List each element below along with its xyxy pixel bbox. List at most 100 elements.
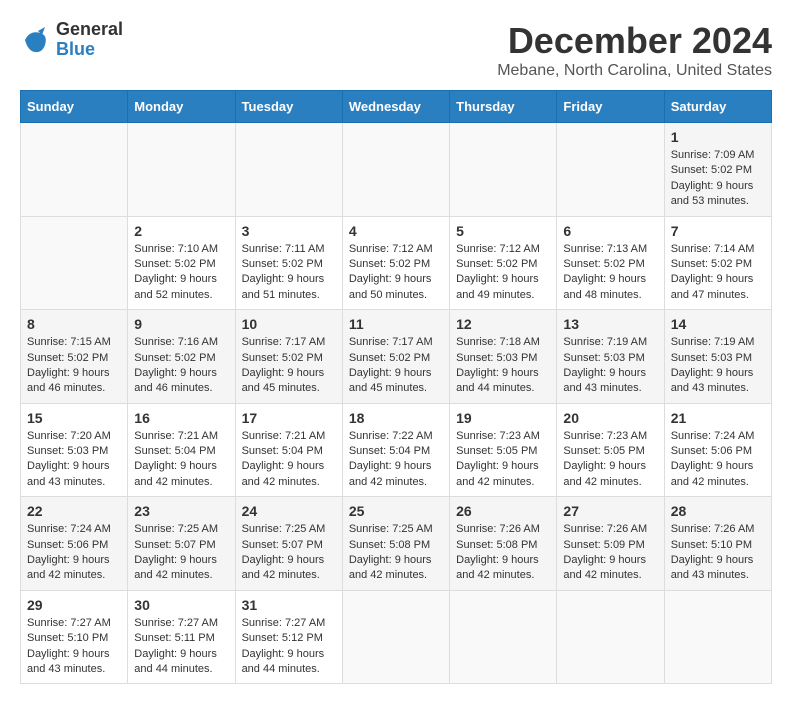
day-number: 29: [27, 597, 121, 613]
cell-content: Sunrise: 7:25 AMSunset: 5:07 PMDaylight:…: [242, 522, 336, 584]
day-number: 19: [456, 410, 550, 426]
calendar-cell-30: 30Sunrise: 7:27 AMSunset: 5:11 PMDayligh…: [128, 590, 235, 684]
day-header-thursday: Thursday: [450, 91, 557, 123]
cell-content: Sunrise: 7:25 AMSunset: 5:08 PMDaylight:…: [349, 522, 443, 584]
empty-cell: [342, 123, 449, 217]
calendar-cell-18: 18 Sunrise: 7:22 AMSunset: 5:04 PMDayligh…: [342, 403, 449, 497]
day-number: 2: [134, 223, 228, 239]
calendar-cell-8: 8 Sunrise: 7:15 AMSunset: 5:02 PMDaylight…: [21, 310, 128, 404]
day-number: 8: [27, 316, 121, 332]
cell-content: Sunrise: 7:26 AMSunset: 5:09 PMDaylight:…: [563, 522, 657, 584]
calendar-cell-27: 27Sunrise: 7:26 AMSunset: 5:09 PMDayligh…: [557, 497, 664, 591]
cell-content: Sunrise: 7:12 AMSunset: 5:02 PMDaylight:…: [456, 242, 550, 304]
calendar-cell-14: 14Sunrise: 7:19 AMSunset: 5:03 PMDayligh…: [664, 310, 771, 404]
calendar-week-1: 1 Sunrise: 7:09 AMSunset: 5:02 PMDaylight…: [21, 123, 772, 217]
empty-cell: [557, 590, 664, 684]
day-number: 18: [349, 410, 443, 426]
cell-content: Sunrise: 7:15 AMSunset: 5:02 PMDaylight:…: [27, 335, 121, 397]
cell-content: Sunrise: 7:27 AMSunset: 5:10 PMDaylight:…: [27, 616, 121, 678]
header: General Blue December 2024 Mebane, North…: [20, 20, 772, 80]
empty-cell: [235, 123, 342, 217]
cell-content: Sunrise: 7:09 AMSunset: 5:02 PMDaylight:…: [671, 148, 765, 210]
day-number: 25: [349, 503, 443, 519]
calendar-cell-6: 6Sunrise: 7:13 AMSunset: 5:02 PMDaylight…: [557, 216, 664, 310]
cell-content: Sunrise: 7:23 AMSunset: 5:05 PMDaylight:…: [563, 429, 657, 491]
cell-content: Sunrise: 7:18 AMSunset: 5:03 PMDaylight:…: [456, 335, 550, 397]
cell-content: Sunrise: 7:26 AMSunset: 5:08 PMDaylight:…: [456, 522, 550, 584]
calendar-cell-24: 24 Sunrise: 7:25 AMSunset: 5:07 PMDayligh…: [235, 497, 342, 591]
calendar-cell-9: 9Sunrise: 7:16 AMSunset: 5:02 PMDaylight…: [128, 310, 235, 404]
empty-cell: [21, 216, 128, 310]
cell-content: Sunrise: 7:12 AMSunset: 5:02 PMDaylight:…: [349, 242, 443, 304]
calendar-week-3: 8 Sunrise: 7:15 AMSunset: 5:02 PMDaylight…: [21, 310, 772, 404]
cell-content: Sunrise: 7:21 AMSunset: 5:04 PMDaylight:…: [242, 429, 336, 491]
calendar-cell-3: 3 Sunrise: 7:11 AMSunset: 5:02 PMDaylight…: [235, 216, 342, 310]
cell-content: Sunrise: 7:16 AMSunset: 5:02 PMDaylight:…: [134, 335, 228, 397]
logo-general-text: General: [56, 20, 123, 40]
calendar-cell-22: 22Sunrise: 7:24 AMSunset: 5:06 PMDayligh…: [21, 497, 128, 591]
calendar-cell-4: 4Sunrise: 7:12 AMSunset: 5:02 PMDaylight…: [342, 216, 449, 310]
calendar-cell-20: 20 Sunrise: 7:23 AMSunset: 5:05 PMDayligh…: [557, 403, 664, 497]
day-number: 15: [27, 410, 121, 426]
calendar-week-4: 15 Sunrise: 7:20 AMSunset: 5:03 PMDayligh…: [21, 403, 772, 497]
empty-cell: [664, 590, 771, 684]
day-number: 22: [27, 503, 121, 519]
calendar-cell-7: 7Sunrise: 7:14 AMSunset: 5:02 PMDaylight…: [664, 216, 771, 310]
calendar-cell-11: 11Sunrise: 7:17 AMSunset: 5:02 PMDayligh…: [342, 310, 449, 404]
day-number: 21: [671, 410, 765, 426]
logo-text: General Blue: [56, 20, 123, 60]
calendar-cell-10: 10 Sunrise: 7:17 AMSunset: 5:02 PMDayligh…: [235, 310, 342, 404]
cell-content: Sunrise: 7:17 AMSunset: 5:02 PMDaylight:…: [242, 335, 336, 397]
cell-content: Sunrise: 7:10 AMSunset: 5:02 PMDaylight:…: [134, 242, 228, 304]
calendar-cell-21: 21 Sunrise: 7:24 AMSunset: 5:06 PMDayligh…: [664, 403, 771, 497]
day-header-tuesday: Tuesday: [235, 91, 342, 123]
calendar-cell-15: 15 Sunrise: 7:20 AMSunset: 5:03 PMDayligh…: [21, 403, 128, 497]
day-number: 24: [242, 503, 336, 519]
day-header-saturday: Saturday: [664, 91, 771, 123]
logo-blue-text: Blue: [56, 40, 123, 60]
title-area: December 2024 Mebane, North Carolina, Un…: [497, 20, 772, 80]
calendar-cell-12: 12 Sunrise: 7:18 AMSunset: 5:03 PMDayligh…: [450, 310, 557, 404]
cell-content: Sunrise: 7:11 AMSunset: 5:02 PMDaylight:…: [242, 242, 336, 304]
cell-content: Sunrise: 7:17 AMSunset: 5:02 PMDaylight:…: [349, 335, 443, 397]
cell-content: Sunrise: 7:22 AMSunset: 5:04 PMDaylight:…: [349, 429, 443, 491]
calendar-cell-23: 23Sunrise: 7:25 AMSunset: 5:07 PMDayligh…: [128, 497, 235, 591]
day-number: 12: [456, 316, 550, 332]
empty-cell: [450, 123, 557, 217]
day-number: 3: [242, 223, 336, 239]
cell-content: Sunrise: 7:19 AMSunset: 5:03 PMDaylight:…: [671, 335, 765, 397]
header-row: SundayMondayTuesdayWednesdayThursdayFrid…: [21, 91, 772, 123]
calendar-cell-25: 25 Sunrise: 7:25 AMSunset: 5:08 PMDayligh…: [342, 497, 449, 591]
day-number: 5: [456, 223, 550, 239]
empty-cell: [557, 123, 664, 217]
cell-content: Sunrise: 7:13 AMSunset: 5:02 PMDaylight:…: [563, 242, 657, 304]
month-title: December 2024: [497, 20, 772, 62]
calendar-cell-29: 29 Sunrise: 7:27 AMSunset: 5:10 PMDayligh…: [21, 590, 128, 684]
logo: General Blue: [20, 20, 123, 60]
cell-content: Sunrise: 7:20 AMSunset: 5:03 PMDaylight:…: [27, 429, 121, 491]
cell-content: Sunrise: 7:21 AMSunset: 5:04 PMDaylight:…: [134, 429, 228, 491]
day-number: 23: [134, 503, 228, 519]
empty-cell: [450, 590, 557, 684]
calendar-week-2: 2 Sunrise: 7:10 AMSunset: 5:02 PMDaylight…: [21, 216, 772, 310]
calendar-cell-19: 19Sunrise: 7:23 AMSunset: 5:05 PMDayligh…: [450, 403, 557, 497]
cell-content: Sunrise: 7:19 AMSunset: 5:03 PMDaylight:…: [563, 335, 657, 397]
calendar-cell-1: 1 Sunrise: 7:09 AMSunset: 5:02 PMDaylight…: [664, 123, 771, 217]
calendar-cell-5: 5 Sunrise: 7:12 AMSunset: 5:02 PMDaylight…: [450, 216, 557, 310]
cell-content: Sunrise: 7:24 AMSunset: 5:06 PMDaylight:…: [671, 429, 765, 491]
day-number: 16: [134, 410, 228, 426]
cell-content: Sunrise: 7:27 AMSunset: 5:12 PMDaylight:…: [242, 616, 336, 678]
day-number: 10: [242, 316, 336, 332]
day-number: 1: [671, 129, 765, 145]
day-number: 20: [563, 410, 657, 426]
day-number: 7: [671, 223, 765, 239]
day-number: 28: [671, 503, 765, 519]
calendar-week-6: 29 Sunrise: 7:27 AMSunset: 5:10 PMDayligh…: [21, 590, 772, 684]
calendar-cell-13: 13 Sunrise: 7:19 AMSunset: 5:03 PMDayligh…: [557, 310, 664, 404]
day-number: 13: [563, 316, 657, 332]
day-number: 30: [134, 597, 228, 613]
calendar-cell-17: 17Sunrise: 7:21 AMSunset: 5:04 PMDayligh…: [235, 403, 342, 497]
calendar-cell-2: 2 Sunrise: 7:10 AMSunset: 5:02 PMDaylight…: [128, 216, 235, 310]
day-number: 31: [242, 597, 336, 613]
day-header-monday: Monday: [128, 91, 235, 123]
